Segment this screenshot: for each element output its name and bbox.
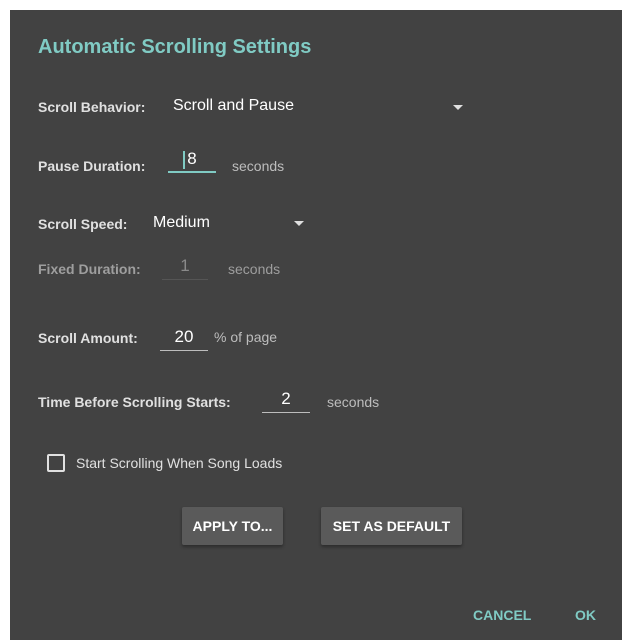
start-on-load-checkbox[interactable] (47, 454, 65, 472)
pause-duration-value: 8 (187, 149, 197, 168)
scroll-speed-label: Scroll Speed: (38, 216, 128, 232)
fixed-duration-unit: seconds (228, 261, 281, 277)
time-before-scrolling-unit: seconds (327, 394, 380, 410)
time-before-scrolling-value: 2 (281, 389, 291, 408)
input-underline (168, 171, 216, 173)
input-underline (160, 350, 208, 351)
input-underline (262, 412, 310, 413)
time-before-scrolling-label: Time Before Scrolling Starts: (38, 394, 231, 410)
scroll-amount-label: Scroll Amount: (38, 330, 138, 346)
scroll-speed-value: Medium (153, 214, 210, 231)
scroll-behavior-dropdown[interactable]: Scroll and Pause (170, 92, 470, 122)
input-underline (162, 279, 208, 280)
fixed-duration-value: 1 (180, 256, 190, 275)
scroll-behavior-value: Scroll and Pause (173, 97, 294, 114)
scroll-amount-unit: % of page (214, 329, 278, 345)
scroll-speed-dropdown[interactable]: Medium (150, 208, 310, 238)
ok-button[interactable]: OK (575, 607, 596, 623)
pause-duration-label: Pause Duration: (38, 158, 146, 174)
start-on-load-option[interactable]: Start Scrolling When Song Loads (47, 453, 282, 473)
start-on-load-label[interactable]: Start Scrolling When Song Loads (76, 455, 282, 471)
dropdown-arrow-icon (453, 105, 463, 110)
cancel-button[interactable]: CANCEL (473, 607, 531, 623)
pause-duration-input[interactable]: 8 (168, 147, 216, 173)
pause-duration-unit: seconds (232, 158, 285, 174)
fixed-duration-label: Fixed Duration: (38, 261, 141, 277)
set-as-default-button[interactable]: SET AS DEFAULT (321, 507, 462, 545)
text-cursor (183, 151, 185, 169)
dropdown-arrow-icon (294, 221, 304, 226)
scroll-amount-value: 20 (174, 327, 194, 346)
apply-to-button[interactable]: APPLY TO... (182, 507, 283, 545)
dialog-title: Automatic Scrolling Settings (38, 36, 312, 58)
scroll-amount-input[interactable]: 20 (160, 325, 208, 351)
scroll-behavior-label: Scroll Behavior: (38, 99, 146, 115)
auto-scroll-settings-dialog: Automatic Scrolling Settings Scroll Beha… (10, 10, 622, 640)
time-before-scrolling-input[interactable]: 2 (262, 387, 310, 413)
fixed-duration-input[interactable]: 1 (162, 254, 208, 280)
